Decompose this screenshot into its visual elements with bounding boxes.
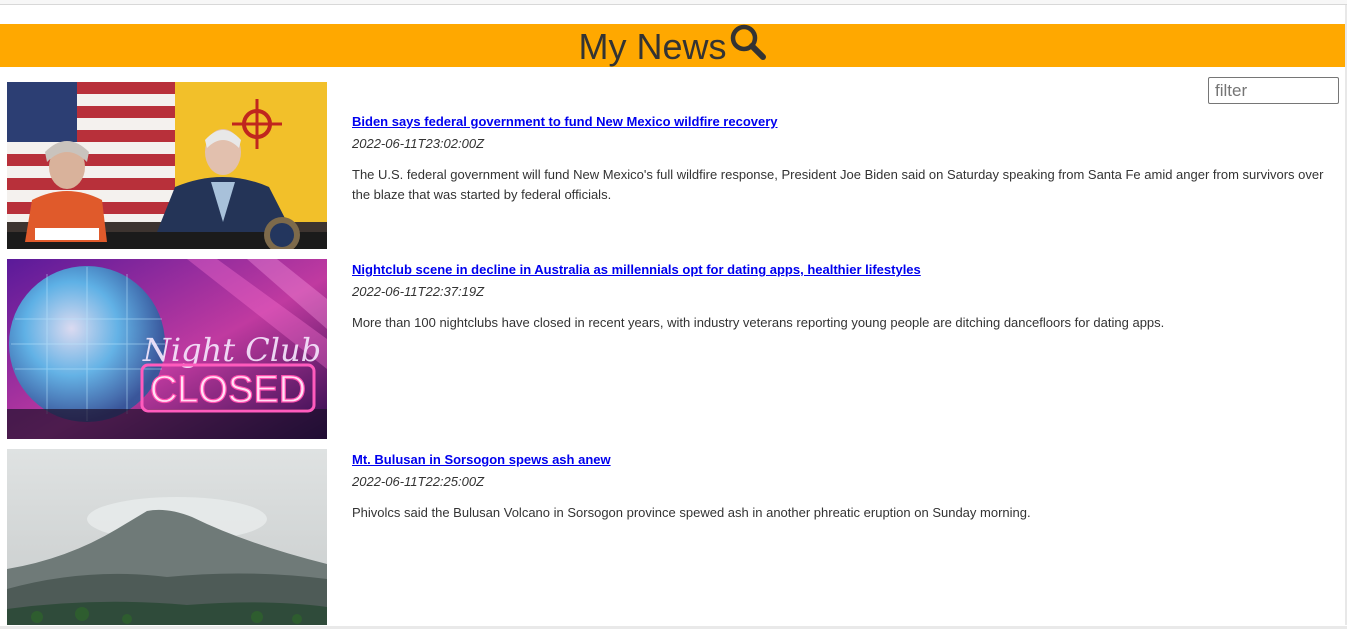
article-summary: More than 100 nightclubs have closed in … bbox=[352, 315, 1165, 330]
article-image[interactable]: Night Club CLOSED bbox=[7, 259, 327, 439]
article-item: Night Club CLOSED Nightclub scene in dec… bbox=[7, 259, 1337, 439]
article-date: 2022-06-11T22:37:19Z bbox=[352, 284, 485, 299]
app-header: My News bbox=[0, 24, 1345, 67]
browser-top-edge bbox=[0, 0, 1347, 5]
article-summary: Phivolcs said the Bulusan Volcano in Sor… bbox=[352, 505, 1031, 520]
app-title: My News bbox=[578, 26, 727, 67]
article-date: 2022-06-11T23:02:00Z bbox=[352, 136, 485, 151]
article-item: Biden says federal government to fund Ne… bbox=[7, 82, 1337, 249]
article-item: Mt. Bulusan in Sorsogon spews ash anew 2… bbox=[7, 449, 1337, 625]
image-text-closed: CLOSED bbox=[150, 369, 306, 411]
article-text: Biden says federal government to fund Ne… bbox=[352, 113, 1332, 205]
search-icon[interactable] bbox=[729, 24, 767, 62]
article-text: Nightclub scene in decline in Australia … bbox=[352, 261, 1332, 333]
article-title-link[interactable]: Mt. Bulusan in Sorsogon spews ash anew bbox=[352, 452, 611, 468]
article-image[interactable] bbox=[7, 82, 327, 249]
article-date: 2022-06-11T22:25:00Z bbox=[352, 474, 485, 489]
image-text-night-club: Night Club bbox=[142, 331, 321, 369]
article-text: Mt. Bulusan in Sorsogon spews ash anew 2… bbox=[352, 451, 1332, 523]
article-title-link[interactable]: Biden says federal government to fund Ne… bbox=[352, 114, 778, 130]
article-title-link[interactable]: Nightclub scene in decline in Australia … bbox=[352, 262, 921, 278]
article-image[interactable] bbox=[7, 449, 327, 625]
article-summary: The U.S. federal government will fund Ne… bbox=[352, 167, 1324, 202]
